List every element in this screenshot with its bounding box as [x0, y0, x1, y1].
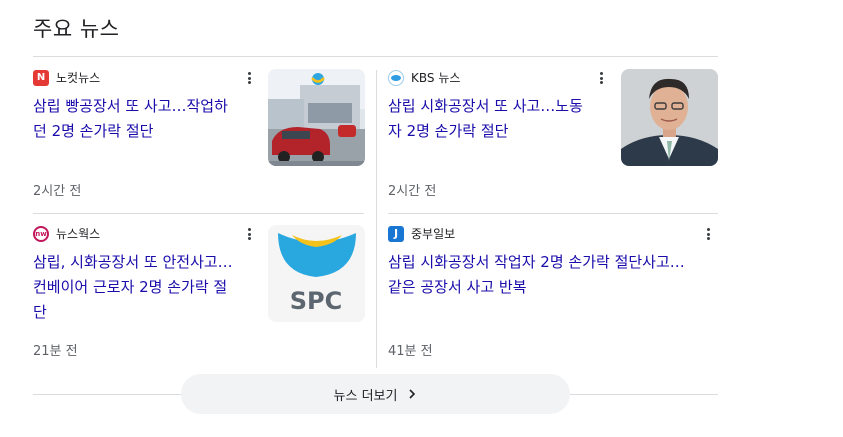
news-headline[interactable]: 삼립 시화공장서 작업자 2명 손가락 절단사고… 같은 공장서 사고 반복: [388, 250, 685, 300]
news-time: 21분 전: [33, 344, 78, 359]
news-time: 2시간 전: [33, 184, 82, 199]
news-thumbnail[interactable]: SPC: [268, 225, 365, 322]
source-name: 뉴스웍스: [56, 227, 101, 241]
source-name: 중부일보: [411, 227, 456, 241]
chevron-right-icon: [409, 389, 416, 399]
headline-line: 컨베이어 근로자 2명 손가락 절: [33, 278, 228, 296]
headline-line: 삼립 빵공장서 또 사고…작업하: [33, 97, 228, 115]
news-time: 2시간 전: [388, 184, 437, 199]
source-name: 노컷뉴스: [56, 71, 101, 85]
spc-factory-photo: [268, 69, 365, 166]
more-news-label: 뉴스 더보기: [333, 388, 398, 404]
spc-logo: SPC: [268, 225, 365, 322]
news-source: KBS 뉴스: [388, 69, 460, 86]
nocutnews-logo-icon: N: [33, 69, 49, 86]
newsworks-logo-icon: nw: [33, 225, 49, 242]
more-news-button[interactable]: 뉴스 더보기: [181, 374, 570, 414]
news-card[interactable]: nw 뉴스웍스 삼립, 시화공장서 또 안전사고… 컨베이어 근로자 2명 손가…: [33, 224, 365, 364]
news-card[interactable]: J 중부일보 삼립 시화공장서 작업자 2명 손가락 절단사고… 같은 공장서 …: [388, 224, 719, 364]
spc-logo-text: SPC: [290, 287, 343, 315]
divider: [33, 213, 364, 214]
headline-line: 던 2명 손가락 절단: [33, 122, 154, 140]
headline-line: 삼립, 시화공장서 또 안전사고…: [33, 253, 233, 271]
news-thumbnail[interactable]: [268, 69, 365, 166]
headline-line: 같은 공장서 사고 반복: [388, 278, 527, 296]
news-source: J 중부일보: [388, 225, 455, 242]
kbs-logo-icon: [388, 69, 404, 86]
headline-line: 삼립 시화공장서 또 사고…노동: [388, 97, 583, 115]
divider: [376, 70, 377, 368]
news-card[interactable]: N 노컷뉴스 삼립 빵공장서 또 사고…작업하 던 2명 손가락 절단 2시간 …: [33, 68, 365, 208]
news-headline[interactable]: 삼립 빵공장서 또 사고…작업하 던 2명 손가락 절단: [33, 94, 228, 144]
headline-line: 자 2명 손가락 절단: [388, 122, 509, 140]
news-thumbnail[interactable]: [621, 69, 718, 166]
news-headline[interactable]: 삼립 시화공장서 또 사고…노동 자 2명 손가락 절단: [388, 94, 583, 144]
news-source: N 노컷뉴스: [33, 69, 100, 86]
news-card[interactable]: KBS 뉴스 삼립 시화공장서 또 사고…노동 자 2명 손가락 절단 2시간 …: [388, 68, 719, 208]
headline-line: 삼립 시화공장서 작업자 2명 손가락 절단사고…: [388, 253, 685, 271]
section-title: 주요 뉴스: [33, 17, 120, 41]
divider: [33, 56, 718, 57]
more-options-icon[interactable]: [243, 70, 255, 86]
news-headline[interactable]: 삼립, 시화공장서 또 안전사고… 컨베이어 근로자 2명 손가락 절 단: [33, 250, 233, 325]
person-portrait-photo: [621, 69, 718, 166]
news-source: nw 뉴스웍스: [33, 225, 100, 242]
more-options-icon[interactable]: [243, 226, 255, 242]
more-options-icon[interactable]: [595, 70, 607, 86]
divider: [388, 213, 718, 214]
source-name: KBS 뉴스: [411, 71, 461, 85]
more-options-icon[interactable]: [702, 226, 714, 242]
joongboo-logo-icon: J: [388, 225, 404, 242]
headline-line: 단: [33, 303, 47, 321]
news-time: 41분 전: [388, 344, 433, 359]
